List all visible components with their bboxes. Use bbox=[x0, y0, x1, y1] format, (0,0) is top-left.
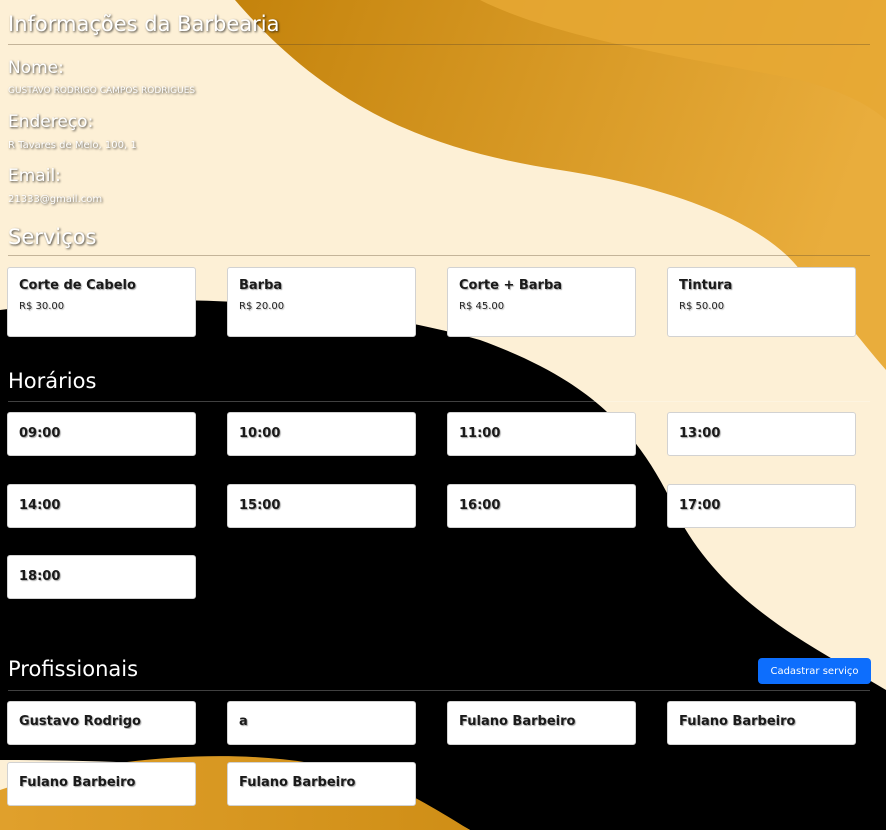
service-card[interactable]: Barba R$ 20.00 bbox=[227, 267, 416, 337]
service-price: R$ 45.00 bbox=[459, 301, 505, 312]
time-slot[interactable]: 17:00 bbox=[667, 484, 856, 528]
time-label: 09:00 bbox=[19, 426, 61, 441]
time-label: 11:00 bbox=[459, 426, 501, 441]
professional-name: Fulano Barbeiro bbox=[679, 714, 796, 729]
time-slot[interactable]: 15:00 bbox=[227, 484, 416, 528]
professional-name: Fulano Barbeiro bbox=[459, 714, 576, 729]
service-name: Tintura bbox=[679, 278, 733, 293]
service-price: R$ 20.00 bbox=[239, 301, 285, 312]
nome-value: GUSTAVO RODRIGO CAMPOS RODRIGUES bbox=[8, 86, 196, 96]
time-label: 16:00 bbox=[459, 498, 501, 513]
endereco-label: Endereço: bbox=[8, 112, 94, 132]
time-label: 14:00 bbox=[19, 498, 61, 513]
endereco-value: R Tavares de Melo, 100, 1 bbox=[8, 140, 137, 151]
time-slot[interactable]: 09:00 bbox=[7, 412, 196, 456]
service-price: R$ 50.00 bbox=[679, 301, 725, 312]
horarios-divider bbox=[8, 401, 870, 402]
info-title: Informações da Barbearia bbox=[8, 12, 280, 36]
horarios-title: Horários bbox=[8, 369, 97, 393]
professional-card[interactable]: Gustavo Rodrigo bbox=[7, 701, 196, 745]
profissionais-divider bbox=[8, 690, 870, 691]
professional-name: a bbox=[239, 714, 248, 729]
service-name: Corte de Cabelo bbox=[19, 278, 136, 293]
time-label: 10:00 bbox=[239, 426, 281, 441]
professional-name: Fulano Barbeiro bbox=[239, 775, 356, 790]
email-value: 21333@gmail.com bbox=[8, 194, 103, 205]
professional-name: Gustavo Rodrigo bbox=[19, 714, 141, 729]
professional-name: Fulano Barbeiro bbox=[19, 775, 136, 790]
info-divider bbox=[8, 44, 870, 45]
service-card[interactable]: Corte de Cabelo R$ 30.00 bbox=[7, 267, 196, 337]
service-card[interactable]: Corte + Barba R$ 45.00 bbox=[447, 267, 636, 337]
professional-card[interactable]: Fulano Barbeiro bbox=[667, 701, 856, 745]
professional-card[interactable]: Fulano Barbeiro bbox=[447, 701, 636, 745]
professional-card[interactable]: Fulano Barbeiro bbox=[227, 762, 416, 806]
time-label: 17:00 bbox=[679, 498, 721, 513]
time-label: 13:00 bbox=[679, 426, 721, 441]
time-label: 15:00 bbox=[239, 498, 281, 513]
service-name: Barba bbox=[239, 278, 283, 293]
servicos-title: Serviços bbox=[8, 225, 97, 249]
email-label: Email: bbox=[8, 166, 61, 186]
professional-card[interactable]: Fulano Barbeiro bbox=[7, 762, 196, 806]
professional-card[interactable]: a bbox=[227, 701, 416, 745]
time-slot[interactable]: 10:00 bbox=[227, 412, 416, 456]
profissionais-title: Profissionais bbox=[8, 657, 139, 681]
time-slot[interactable]: 14:00 bbox=[7, 484, 196, 528]
service-name: Corte + Barba bbox=[459, 278, 563, 293]
time-slot[interactable]: 11:00 bbox=[447, 412, 636, 456]
time-slot[interactable]: 13:00 bbox=[667, 412, 856, 456]
time-slot[interactable]: 16:00 bbox=[447, 484, 636, 528]
service-card[interactable]: Tintura R$ 50.00 bbox=[667, 267, 856, 337]
cadastrar-servico-button[interactable]: Cadastrar serviço bbox=[758, 658, 871, 684]
servicos-divider bbox=[8, 255, 870, 256]
service-price: R$ 30.00 bbox=[19, 301, 65, 312]
time-slot[interactable]: 18:00 bbox=[7, 555, 196, 599]
time-label: 18:00 bbox=[19, 569, 61, 584]
nome-label: Nome: bbox=[8, 58, 64, 78]
